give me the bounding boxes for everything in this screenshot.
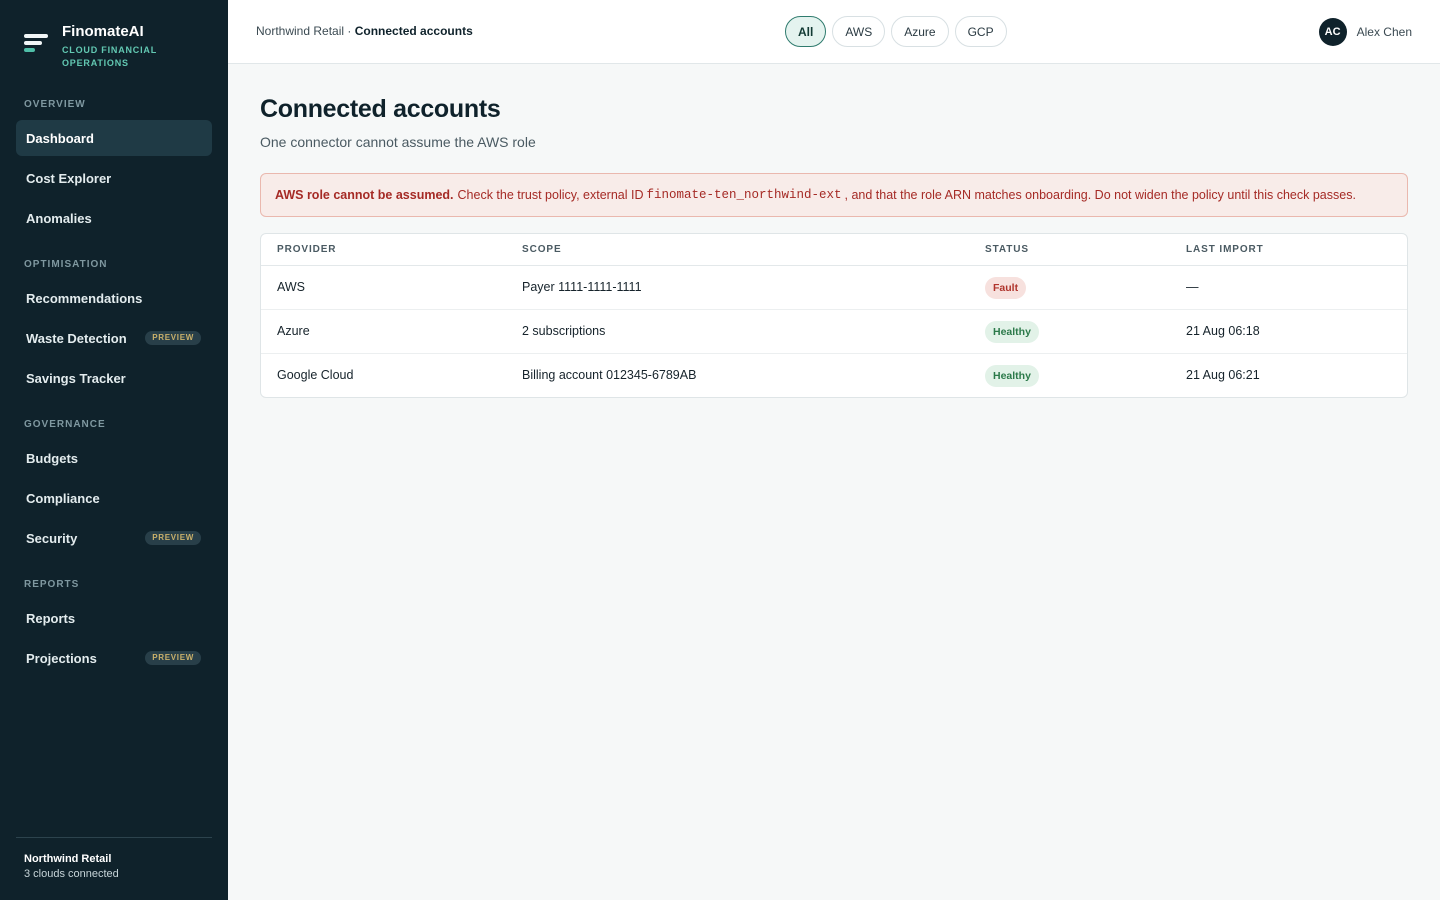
error-alert: AWS role cannot be assumed. Check the tr… (260, 173, 1408, 217)
sidebar-item-label: Recommendations (26, 290, 143, 306)
status-badge: Fault (985, 277, 1027, 299)
filter-all[interactable]: All (785, 16, 827, 47)
top-header: Northwind Retail · Connected accounts Al… (228, 0, 1440, 64)
column-header-provider: PROVIDER (277, 244, 337, 255)
table-header: PROVIDER SCOPE STATUS LAST IMPORT (261, 234, 1407, 266)
user-menu[interactable]: AC Alex Chen (1318, 18, 1412, 46)
provider-cell: AWS (277, 280, 306, 294)
scope-cell: Payer 1111-1111-1111 (522, 280, 642, 294)
user-name: Alex Chen (1356, 25, 1412, 39)
sidebar-item-label: Reports (26, 610, 76, 626)
last-import-cell: 21 Aug 06:21 (1186, 368, 1260, 382)
filter-azure[interactable]: Azure (891, 16, 949, 47)
sidebar-item-reports[interactable]: Reports (16, 600, 212, 636)
scope-cell: 2 subscriptions (522, 324, 606, 338)
table-row[interactable]: Azure 2 subscriptions Healthy 21 Aug 06:… (261, 310, 1407, 354)
alert-text-after: , and that the role ARN matches onboardi… (844, 188, 1356, 202)
sidebar-item-waste-detection[interactable]: Waste Detection PREVIEW (16, 320, 212, 356)
sidebar-item-label: Dashboard (26, 130, 94, 146)
sidebar-item-security[interactable]: Security PREVIEW (16, 520, 212, 556)
last-import-cell: — (1186, 280, 1199, 294)
breadcrumb-separator: · (344, 24, 355, 38)
sidebar-item-label: Anomalies (26, 210, 92, 226)
filter-aws[interactable]: AWS (832, 16, 886, 47)
column-header-status: STATUS (985, 244, 1029, 255)
sidebar-item-label: Waste Detection (26, 330, 127, 346)
sidebar-item-label: Security (26, 530, 78, 546)
sidebar-item-label: Savings Tracker (26, 370, 126, 386)
avatar: AC (1318, 18, 1347, 46)
page-subtitle: One connector cannot assume the AWS role (260, 134, 536, 150)
nav-section-reports: REPORTS (24, 579, 80, 590)
nav-section-optimisation: OPTIMISATION (24, 259, 108, 270)
provider-cell: Google Cloud (277, 368, 354, 382)
sidebar-item-budgets[interactable]: Budgets (16, 440, 212, 476)
filter-gcp[interactable]: GCP (954, 16, 1007, 47)
breadcrumb: Northwind Retail · Connected accounts (256, 24, 473, 38)
preview-badge: PREVIEW (145, 331, 201, 345)
sidebar-item-savings-tracker[interactable]: Savings Tracker (16, 360, 212, 396)
status-badge: Healthy (985, 365, 1039, 387)
preview-badge: PREVIEW (145, 531, 201, 545)
sidebar-item-dashboard[interactable]: Dashboard (16, 120, 212, 156)
breadcrumb-parent[interactable]: Northwind Retail (256, 24, 344, 38)
column-header-scope: SCOPE (522, 244, 562, 255)
nav-section-governance: GOVERNANCE (24, 419, 106, 430)
sidebar-item-label: Cost Explorer (26, 170, 112, 186)
provider-filter: All AWS Azure GCP (785, 16, 1013, 47)
breadcrumb-current: Connected accounts (354, 24, 473, 38)
alert-title: AWS role cannot be assumed. (275, 188, 454, 202)
sidebar-item-anomalies[interactable]: Anomalies (16, 200, 212, 236)
sidebar-item-label: Compliance (26, 490, 100, 506)
sidebar-item-cost-explorer[interactable]: Cost Explorer (16, 160, 212, 196)
finomate-logo-icon (24, 34, 48, 58)
page-title: Connected accounts (260, 95, 501, 123)
sidebar: FinomateAI CLOUD FINANCIAL OPERATIONS OV… (0, 0, 228, 900)
app-name: FinomateAI (62, 23, 144, 40)
app-tagline: CLOUD FINANCIAL OPERATIONS (62, 45, 157, 68)
brand[interactable]: FinomateAI CLOUD FINANCIAL OPERATIONS (24, 22, 162, 70)
org-connection-status: 3 clouds connected (24, 868, 119, 880)
org-name: Northwind Retail (24, 853, 112, 865)
table-row[interactable]: AWS Payer 1111-1111-1111 Fault — (261, 266, 1407, 310)
alert-external-id: finomate-ten_northwind-ext (646, 188, 842, 202)
sidebar-item-compliance[interactable]: Compliance (16, 480, 212, 516)
sidebar-item-projections[interactable]: Projections PREVIEW (16, 640, 212, 676)
sidebar-divider (16, 837, 212, 838)
provider-cell: Azure (277, 324, 310, 338)
nav-section-overview: OVERVIEW (24, 99, 86, 110)
preview-badge: PREVIEW (145, 651, 201, 665)
scope-cell: Billing account 012345-6789AB (522, 368, 697, 382)
column-header-last-import: LAST IMPORT (1186, 244, 1264, 255)
sidebar-item-label: Projections (26, 650, 97, 666)
table-row[interactable]: Google Cloud Billing account 012345-6789… (261, 354, 1407, 397)
sidebar-item-recommendations[interactable]: Recommendations (16, 280, 212, 316)
status-badge: Healthy (985, 321, 1039, 343)
alert-text-before: Check the trust policy, external ID (457, 188, 644, 202)
sidebar-item-label: Budgets (26, 450, 78, 466)
last-import-cell: 21 Aug 06:18 (1186, 324, 1260, 338)
connected-accounts-table: PROVIDER SCOPE STATUS LAST IMPORT AWS Pa… (260, 233, 1408, 398)
